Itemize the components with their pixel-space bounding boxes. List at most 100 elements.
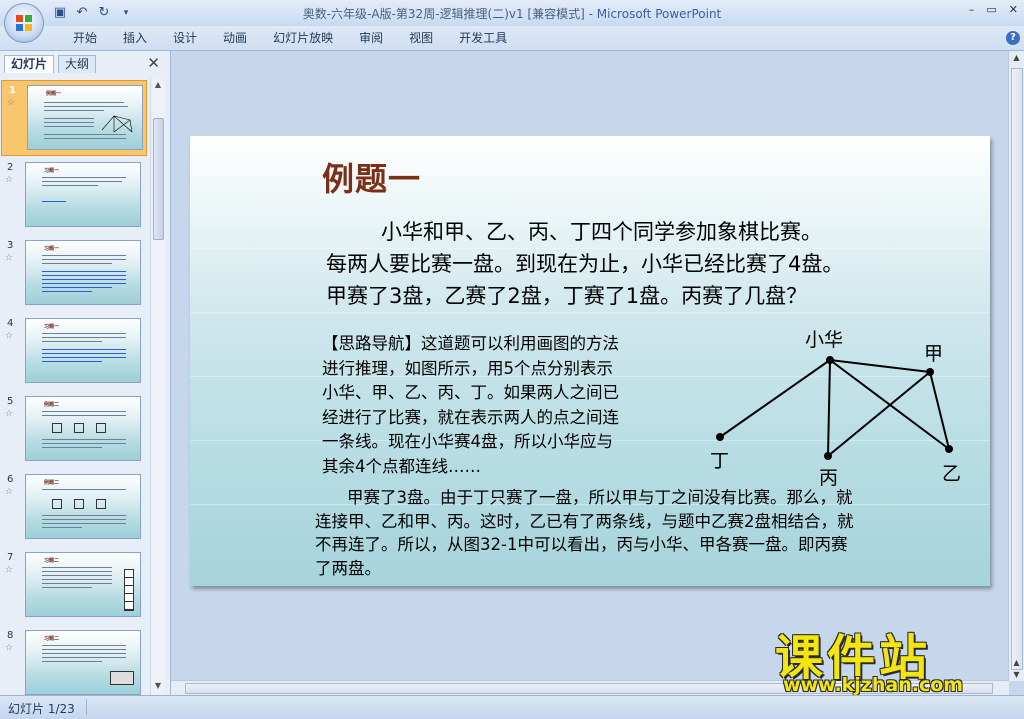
tab-review[interactable]: 审阅 [346,30,396,46]
diagram-points [716,356,953,460]
thumbnail-title: 习题一 [44,246,60,252]
slide-thumbnail[interactable]: 6 ☆ 例题二 [0,470,150,544]
solution-line: 了两盘。 [315,558,381,578]
tab-view[interactable]: 视图 [396,30,446,46]
slide-thumbnail[interactable]: 5 ☆ 例题二 [0,392,150,466]
solution-line: 甲赛了3盘。由于丁只赛了一盘，所以甲与丁之间没有比赛。那么，就 [347,488,853,507]
office-logo-icon [16,15,32,31]
scroll-up-icon[interactable]: ▲ [1009,53,1024,62]
animation-star-icon: ☆ [5,253,14,263]
status-bar: 幻灯片 1/23 [0,695,1024,719]
restore-button[interactable]: ▭ [986,3,996,16]
thumbnail-title: 例题二 [44,480,60,486]
diagram-lines [719,359,950,457]
window-controls: – ▭ ✕ [969,3,1018,16]
tab-design[interactable]: 设计 [160,30,210,46]
animation-star-icon: ☆ [5,487,14,497]
scroll-down-icon[interactable]: ▼ [151,681,165,693]
point-xiaohua [826,356,834,364]
thumbnail-number: 8 [7,630,14,641]
thumbnail-number: 6 [7,474,14,485]
minimize-button[interactable]: – [969,3,975,16]
tab-slides[interactable]: 幻灯片 [4,55,55,73]
hint-line: 小华、甲、乙、丙、丁。如果两人之间已 [322,383,619,402]
solution-line: 不再连了。所以，从图32-1中可以看出，丙与小华、甲各赛一盘。即丙赛 [315,535,848,554]
label-yi: 乙 [942,463,961,485]
thumbnail-number: 5 [7,396,14,407]
solution-text[interactable]: 甲赛了3盘。由于丁只赛了一盘，所以甲与丁之间没有比赛。那么，就 连接甲、乙和甲、… [315,486,983,580]
slide-thumbnail[interactable]: 4 ☆ 习题一 [0,314,150,388]
thumbnail-number: 7 [7,552,14,563]
thumbnail-preview: 例题一 [27,85,143,150]
window-title: 奥数-六年级-A版-第32周-逻辑推理(二)v1 [兼容模式] - Micros… [0,5,1024,22]
thumbnail-list: 1 ☆ 例题一 2 ☆ 习题一 3 ☆ 习题一 4 ☆ 习题一 5 ☆ 例题二 … [0,78,150,695]
slide-editor: 例题一 小华和甲、乙、丙、丁四个同学参加象棋比赛。 每两人要比赛一盘。到现在为止… [171,51,1024,695]
thumbnail-preview: 习题一 [25,240,141,305]
tab-animation[interactable]: 动画 [210,30,260,46]
vertical-scroll-thumb[interactable] [1011,68,1023,670]
animation-star-icon: ☆ [5,175,14,185]
slide-canvas[interactable]: 例题一 小华和甲、乙、丙、丁四个同学参加象棋比赛。 每两人要比赛一盘。到现在为止… [190,136,990,586]
pane-scrollbar[interactable]: ▲ ▼ [150,78,165,695]
tab-outline[interactable]: 大纲 [58,55,97,73]
thumbnail-title: 习题二 [44,636,60,642]
hint-text[interactable]: 【思路导航】这道题可以利用画图的方法 进行推理，如图所示，用5个点分别表示 小华… [322,332,692,479]
animation-star-icon: ☆ [5,409,14,419]
animation-star-icon: ☆ [5,565,14,575]
slides-pane: 幻灯片 大纲 ✕ 1 ☆ 例题一 2 ☆ 习题一 3 ☆ 习题一 4 ☆ 习题一… [0,51,171,695]
slide-thumbnail[interactable]: 1 ☆ 例题一 [1,80,147,156]
tab-home[interactable]: 开始 [60,30,110,46]
ribbon: 开始 插入 设计 动画 幻灯片放映 审阅 视图 开发工具 ? [0,26,1024,51]
thumbnail-number: 4 [7,318,14,329]
hint-line: 一条线。现在小华赛4盘，所以小华应与 [322,432,613,451]
label-ding: 丁 [710,450,729,472]
animation-star-icon: ☆ [5,331,14,341]
slide-thumbnail[interactable]: 2 ☆ 习题一 [0,158,150,232]
point-ding [716,433,724,441]
edge-xiaohua-bing [827,359,831,457]
problem-line: 甲赛了3盘，乙赛了2盘，丁赛了1盘。丙赛了几盘？ [326,284,808,308]
pane-tabs: 幻灯片 大纲 ✕ [2,53,168,73]
thumbnail-title: 习题一 [44,324,60,330]
tab-slideshow[interactable]: 幻灯片放映 [260,30,346,46]
pane-scroll-thumb[interactable] [153,118,164,240]
label-xiaohua: 小华 [805,329,843,351]
slide-counter: 幻灯片 1/23 [8,702,75,716]
app-name: Microsoft PowerPoint [596,7,722,21]
hint-line: 【思路导航】这道题可以利用画图的方法 [322,334,619,353]
mini-diagram-icon [101,115,133,133]
thumbnail-preview: 例题二 [25,474,141,539]
title-bar: ▣ ↶ ↻ ▾ 奥数-六年级-A版-第32周-逻辑推理(二)v1 [兼容模式] … [0,0,1024,43]
thumbnail-number: 2 [7,162,14,173]
animation-star-icon: ☆ [5,643,14,653]
thumbnail-preview: 例题二 [25,396,141,461]
vertical-scrollbar[interactable]: ▲ ▲ ▼ [1008,51,1024,681]
problem-line: 每两人要比赛一盘。到现在为止，小华已经比赛了4盘。 [326,252,844,276]
thumbnail-preview: 习题一 [25,318,141,383]
help-icon[interactable]: ? [1006,31,1020,45]
close-button[interactable]: ✕ [1009,3,1018,16]
scroll-up-icon[interactable]: ▲ [151,80,165,92]
point-jia [926,368,934,376]
slide-thumbnail[interactable]: 7 ☆ 习题二 [0,548,150,622]
office-button[interactable] [4,3,44,43]
watermark-url: www.kjzhan.com [783,674,964,696]
thumbnail-preview: 习题二 [25,630,141,695]
point-bing [824,452,832,460]
slide-thumbnail[interactable]: 3 ☆ 习题一 [0,236,150,310]
document-title: 奥数-六年级-A版-第32周-逻辑推理(二)v1 [兼容模式] - [302,7,597,21]
thumbnail-title: 习题一 [44,168,60,174]
hint-line: 其余4个点都连线…… [322,456,481,476]
label-jia: 甲 [924,343,943,365]
problem-text[interactable]: 小华和甲、乙、丙、丁四个同学参加象棋比赛。 每两人要比赛一盘。到现在为止，小华已… [326,216,976,312]
animation-star-icon: ☆ [7,98,16,108]
close-pane-icon[interactable]: ✕ [147,54,160,72]
watermark: 课件站 www.kjzhan.com [775,618,1015,696]
slide-title[interactable]: 例题一 [322,154,421,200]
tab-insert[interactable]: 插入 [110,30,160,46]
match-diagram[interactable]: 小华 甲 乙 丙 丁 [706,322,986,492]
ribbon-tabs: 开始 插入 设计 动画 幻灯片放映 审阅 视图 开发工具 [60,30,520,46]
thumbnail-title: 例题二 [44,402,60,408]
tab-developer[interactable]: 开发工具 [446,30,520,46]
slide-thumbnail[interactable]: 8 ☆ 习题二 [0,626,150,695]
